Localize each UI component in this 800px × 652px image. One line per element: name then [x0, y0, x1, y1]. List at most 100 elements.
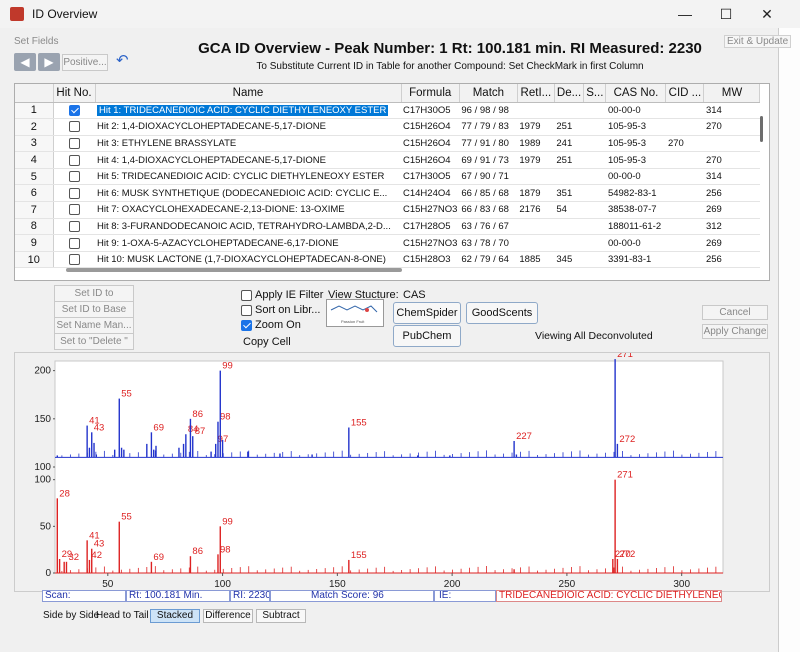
- cell-cas[interactable]: 00-00-0: [605, 234, 666, 252]
- cell-ret[interactable]: 1979: [517, 151, 555, 169]
- cell-formula[interactable]: C15H26O4: [401, 135, 460, 153]
- cell-de[interactable]: 251: [554, 118, 584, 136]
- set-name-manual-button[interactable]: Set Name Man...: [54, 317, 134, 334]
- cell-cid[interactable]: [665, 218, 704, 236]
- cell-cid[interactable]: [665, 201, 704, 219]
- hit-checkbox[interactable]: [68, 220, 80, 232]
- hit-checkbox-cell[interactable]: [53, 251, 95, 269]
- column-header[interactable]: CID ...: [665, 84, 705, 103]
- cell-formula[interactable]: C17H28O5: [401, 218, 460, 236]
- undo-icon[interactable]: ↶: [116, 53, 132, 69]
- cell-de[interactable]: [554, 168, 584, 186]
- copy-cell-button[interactable]: Copy Cell: [243, 336, 291, 348]
- cell-name[interactable]: Hit 3: ETHYLENE BRASSYLATE: [95, 135, 401, 153]
- goodscents-button[interactable]: GoodScents: [466, 302, 538, 324]
- cell-name[interactable]: Hit 5: TRIDECANEDIOIC ACID: CYCLIC DIETH…: [95, 168, 401, 186]
- cell-mw[interactable]: [703, 135, 760, 153]
- hit-checkbox-cell[interactable]: [53, 184, 95, 203]
- cell-formula[interactable]: C17H30O5: [401, 102, 460, 120]
- cell-ret[interactable]: 2176: [517, 201, 555, 219]
- cell-formula[interactable]: C15H26O4: [401, 151, 460, 169]
- cell-formula[interactable]: C17H30O5: [401, 168, 460, 186]
- forward-arrow-icon[interactable]: ▶: [38, 53, 60, 71]
- cell-cid[interactable]: 270: [665, 135, 704, 153]
- table-row[interactable]: 3 Hit 3: ETHYLENE BRASSYLATE C15H26O4 77 / …: [15, 135, 760, 153]
- hit-checkbox[interactable]: [68, 187, 80, 199]
- column-header[interactable]: De...: [554, 84, 585, 103]
- cell-mw[interactable]: 256: [703, 251, 760, 269]
- set-id-unknown-button[interactable]: Set ID to Unkno...: [54, 285, 134, 314]
- column-header[interactable]: CAS No.: [605, 84, 667, 103]
- cell-match[interactable]: 67 / 90 / 71: [459, 168, 518, 186]
- cell-match[interactable]: 63 / 78 / 70: [459, 234, 518, 252]
- cell-cid[interactable]: [665, 168, 704, 186]
- apply-ie-filter-checkbox[interactable]: Apply IE Filter: [241, 289, 323, 301]
- cell-match[interactable]: 63 / 76 / 67: [459, 218, 518, 236]
- cell-match[interactable]: 62 / 79 / 64: [459, 251, 518, 269]
- vertical-scrollbar[interactable]: [760, 116, 763, 142]
- set-delete-button[interactable]: Set to "Delete ": [54, 333, 134, 350]
- zoom-on-checkbox[interactable]: Zoom On: [241, 319, 301, 331]
- cell-ret[interactable]: [517, 168, 555, 186]
- positive-button[interactable]: Positive...: [62, 54, 108, 71]
- table-row[interactable]: 4 Hit 4: 1,4-DIOXACYCLOHEPTADECANE-5,17-D…: [15, 151, 760, 169]
- cell-mw[interactable]: 269: [703, 234, 760, 252]
- cell-cid[interactable]: [665, 251, 704, 269]
- cell-mw[interactable]: 270: [703, 151, 760, 169]
- cell-de[interactable]: 345: [554, 251, 584, 269]
- cell-match[interactable]: 96 / 98 / 98: [459, 102, 518, 120]
- cell-cas[interactable]: 00-00-0: [605, 102, 666, 120]
- cell-ret[interactable]: [517, 218, 555, 236]
- hit-checkbox-cell[interactable]: [53, 118, 95, 136]
- cell-s[interactable]: [583, 168, 606, 186]
- cell-cid[interactable]: [665, 184, 704, 203]
- column-header[interactable]: S...: [583, 84, 607, 103]
- cell-mw[interactable]: 270: [703, 118, 760, 136]
- checkbox-box-checked[interactable]: [241, 319, 252, 331]
- cell-s[interactable]: [583, 201, 606, 219]
- cell-mw[interactable]: 314: [703, 168, 760, 186]
- cell-match[interactable]: 77 / 79 / 83: [459, 118, 518, 136]
- cell-de[interactable]: [554, 234, 584, 252]
- cell-de[interactable]: 54: [554, 201, 584, 219]
- cell-formula[interactable]: C15H28O3: [401, 251, 460, 269]
- cell-match[interactable]: 69 / 91 / 73: [459, 151, 518, 169]
- hit-checkbox-cell[interactable]: [53, 135, 95, 153]
- checkbox-box[interactable]: [241, 289, 252, 301]
- cell-formula[interactable]: C15H27NO3: [401, 234, 460, 252]
- cell-cas[interactable]: 38538-07-7: [605, 201, 666, 219]
- cell-ret[interactable]: 1885: [517, 251, 555, 269]
- table-row[interactable]: 10 Hit 10: MUSK LACTONE (1,7-DIOXACYCLOHE…: [15, 251, 760, 269]
- mass-spectrum-chart[interactable]: 100 150 200 41 43 55 69 84 86 87 97 98 99 155 227 271 27…: [14, 352, 770, 592]
- column-header[interactable]: Formula: [401, 84, 460, 103]
- cell-ret[interactable]: [517, 102, 555, 120]
- structure-image[interactable]: Passion Fruit: [326, 299, 384, 327]
- hits-table[interactable]: Hit No. Name Formula Match RetI... De... S... C…: [14, 83, 770, 281]
- cell-s[interactable]: [583, 251, 606, 269]
- cell-de[interactable]: 251: [554, 151, 584, 169]
- cell-name[interactable]: Hit 8: 3-FURANDODECANOIC ACID, TETRAHYDR…: [95, 218, 401, 236]
- cancel-button[interactable]: Cancel: [702, 305, 768, 320]
- cell-mw[interactable]: 312: [703, 218, 760, 236]
- cell-cid[interactable]: [665, 102, 704, 120]
- cell-formula[interactable]: C15H26O4: [401, 118, 460, 136]
- cell-formula[interactable]: C15H27NO3: [401, 201, 460, 219]
- checkbox-box[interactable]: [241, 304, 252, 316]
- cell-de[interactable]: 241: [554, 135, 584, 153]
- hit-checkbox[interactable]: [68, 237, 80, 249]
- cell-cas[interactable]: 3391-83-1: [605, 251, 666, 269]
- cell-ret[interactable]: 1879: [517, 184, 555, 203]
- table-row[interactable]: 6 Hit 6: MUSK SYNTHETIQUE (DODECANEDIOIC …: [15, 184, 760, 203]
- hit-checkbox[interactable]: [68, 204, 80, 216]
- table-row[interactable]: 9 Hit 9: 1-OXA-5-AZACYCLOHEPTADECANE-6,17…: [15, 234, 760, 252]
- close-icon[interactable]: ✕: [752, 4, 782, 24]
- cell-cas[interactable]: 00-00-0: [605, 168, 666, 186]
- cell-s[interactable]: [583, 118, 606, 136]
- cell-cid[interactable]: [665, 118, 704, 136]
- cell-name[interactable]: Hit 9: 1-OXA-5-AZACYCLOHEPTADECANE-6,17-…: [95, 234, 401, 252]
- sort-on-library-checkbox[interactable]: Sort on Libr...: [241, 304, 320, 316]
- cell-match[interactable]: 66 / 85 / 68: [459, 184, 518, 203]
- maximize-icon[interactable]: ☐: [711, 4, 741, 24]
- cell-cas[interactable]: 105-95-3: [605, 151, 666, 169]
- head-to-tail-tab[interactable]: Head to Tail: [96, 610, 149, 621]
